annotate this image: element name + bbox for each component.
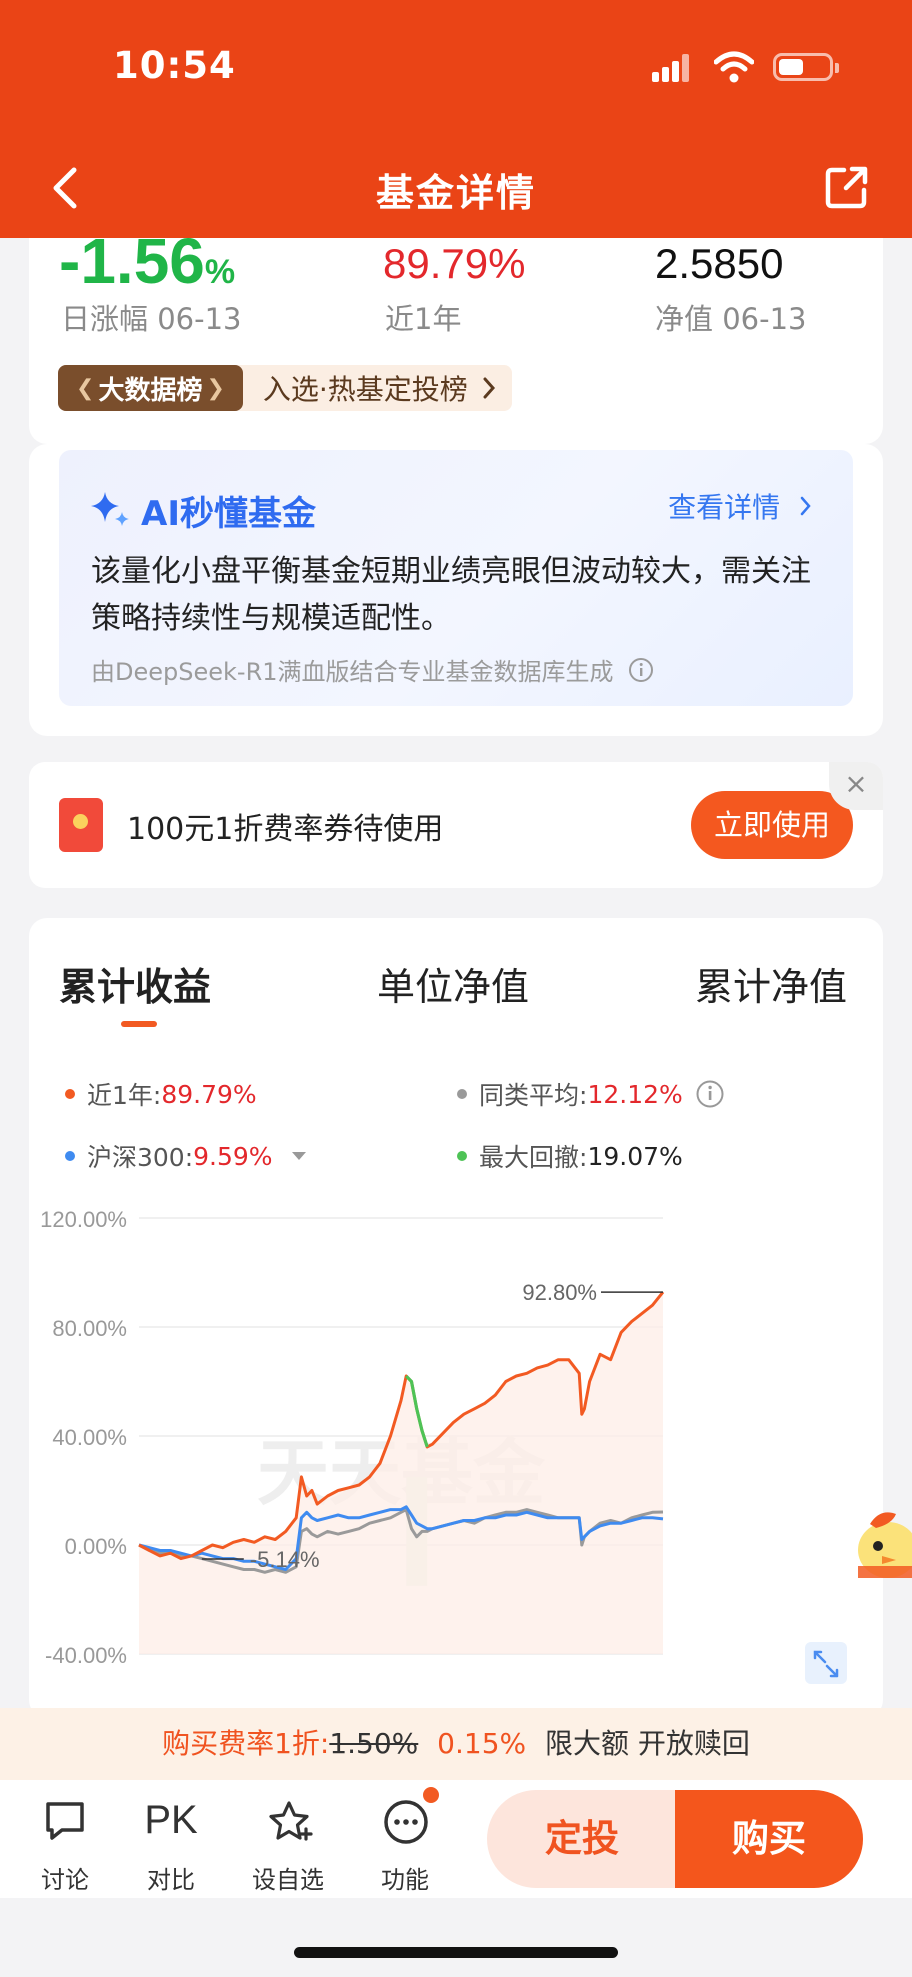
ai-view-details-link[interactable]: 查看详情 (668, 486, 813, 526)
header-bar: 10:54 基金详情 (0, 0, 912, 238)
daily-change-value: -1.56% (59, 238, 236, 297)
chat-bubble-icon (46, 1802, 84, 1840)
rank-banner[interactable]: ❮ 大数据榜 ❯ 入选·热基定投榜 (58, 365, 512, 411)
more-functions-icon (384, 1800, 428, 1844)
page-title: 基金详情 (375, 171, 536, 215)
chevron-right-icon (483, 377, 495, 399)
buy-button[interactable]: 购买 (675, 1790, 863, 1888)
y-tick-label: 40.00% (52, 1425, 127, 1450)
coupon-text: 100元1折费率券待使用 (127, 812, 444, 847)
coupon-card: 100元1折费率券待使用 立即使用 × (29, 762, 883, 888)
return-chart[interactable]: 120.00%80.00%40.00%0.00%-40.00%天天基金92.80… (29, 918, 883, 1718)
ai-title: AI秒懂基金 (141, 494, 316, 534)
fee-info-bar[interactable]: 购买费率1折:1.50% 0.15% 限大额 开放赎回 (0, 1708, 912, 1780)
performance-chart-card: 累计收益 单位净值 累计净值 近1年: 89.79% 同类平均: 12.12% 沪深… (29, 918, 883, 1718)
y-tick-label: 120.00% (40, 1207, 127, 1232)
pk-icon: PK (144, 1798, 198, 1842)
expand-icon[interactable] (805, 1642, 847, 1684)
max-annotation-label: 92.80% (522, 1280, 597, 1305)
discuss-button[interactable]: 讨论 (20, 1780, 110, 1898)
nav-value: 2.5850 (655, 240, 784, 287)
add-watchlist-button[interactable]: 设自选 (243, 1780, 333, 1898)
laurel-icon: ❮ (76, 375, 95, 401)
close-icon[interactable]: × (829, 762, 883, 810)
info-icon[interactable] (628, 657, 654, 683)
nav-label: 净值 06-13 (655, 302, 807, 336)
functions-button[interactable]: 功能 (360, 1780, 450, 1898)
bottom-action-bar: 讨论 PK 对比 设自选 功能 定投 购买 (0, 1780, 912, 1898)
one-year-return-label: 近1年 (385, 302, 462, 336)
home-indicator (294, 1947, 618, 1958)
wifi-icon (714, 51, 754, 83)
mascot-icon[interactable] (852, 1488, 912, 1608)
min-annotation-label: -5.14% (250, 1547, 320, 1572)
compare-button[interactable]: PK 对比 (126, 1780, 216, 1898)
star-plus-icon (269, 1801, 313, 1841)
ai-summary-card: AI秒懂基金 查看详情 该量化小盘平衡基金短期业绩亮眼但波动较大，需关注策略持续… (29, 444, 883, 736)
laurel-icon: ❯ (206, 375, 225, 401)
y-tick-label: -40.00% (45, 1643, 127, 1668)
status-time: 10:54 (113, 44, 236, 87)
fee-original: 1.50% (329, 1727, 419, 1760)
ai-summary-box[interactable]: AI秒懂基金 查看详情 该量化小盘平衡基金短期业绩亮眼但波动较大，需关注策略持续… (59, 450, 853, 706)
fixed-invest-button[interactable]: 定投 (487, 1790, 677, 1888)
one-year-return-value: 89.79% (383, 240, 526, 287)
y-tick-label: 80.00% (52, 1316, 127, 1341)
y-tick-label: 0.00% (65, 1534, 127, 1559)
notification-dot (420, 1784, 442, 1806)
use-coupon-button[interactable]: 立即使用 (691, 791, 853, 859)
share-icon[interactable] (824, 164, 870, 210)
fund-area (139, 1292, 663, 1654)
rank-text: 入选·热基定投榜 (262, 373, 468, 406)
daily-change-label: 日涨幅 06-13 (61, 302, 242, 336)
fee-suffix: 限大额 开放赎回 (545, 1727, 750, 1760)
battery-icon (773, 53, 839, 81)
ai-summary-text: 该量化小盘平衡基金短期业绩亮眼但波动较大，需关注策略持续性与规模适配性。 (91, 554, 811, 636)
fee-discounted: 0.15% (437, 1727, 527, 1760)
sparkle-icon (91, 492, 129, 526)
chevron-right-icon (800, 496, 811, 516)
fee-prefix: 购买费率1折: (162, 1727, 330, 1760)
red-envelope-icon (59, 798, 103, 852)
cellular-signal-icon (652, 52, 698, 82)
fund-summary-card: -1.56% 日涨幅 06-13 89.79% 近1年 2.5850 净值 06… (29, 238, 883, 444)
ai-source-note: 由DeepSeek-R1满血版结合专业基金数据库生成 (91, 652, 654, 687)
big-data-rank-tag: ❮ 大数据榜 ❯ (58, 365, 243, 411)
